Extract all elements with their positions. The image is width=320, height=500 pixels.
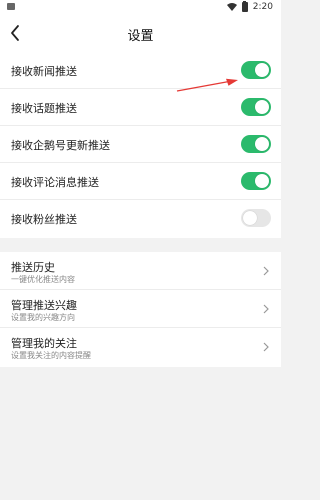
setting-label: 接收企鹅号更新推送 (11, 139, 110, 152)
header: 设置 (0, 14, 281, 52)
page-title: 设置 (127, 29, 154, 44)
link-subtitle: 设置我关注的内容提醒 (11, 351, 91, 360)
toggle-knob (255, 174, 269, 188)
news-push-toggle[interactable] (241, 61, 271, 79)
manage-follows-item[interactable]: 管理我的关注 设置我关注的内容提醒 (0, 328, 281, 366)
toggle-knob (255, 137, 269, 151)
chevron-right-icon (263, 266, 269, 276)
link-subtitle: 设置我的兴趣方向 (11, 313, 75, 322)
link-subtitle: 一键优化推送内容 (11, 275, 75, 284)
chevron-right-icon (263, 342, 269, 352)
setting-label: 接收新闻推送 (11, 65, 77, 78)
setting-label: 接收话题推送 (11, 102, 77, 115)
status-bar: 2:20 (0, 0, 281, 14)
setting-row-fans: 接收粉丝推送 (0, 200, 281, 237)
link-title: 管理推送兴趣 (11, 299, 77, 312)
link-title: 管理我的关注 (11, 337, 77, 350)
chevron-right-icon (263, 304, 269, 314)
penguin-update-push-toggle[interactable] (241, 135, 271, 153)
link-title: 推送历史 (11, 261, 55, 274)
notification-icon (7, 3, 15, 10)
toggle-knob (243, 211, 257, 225)
setting-row-comments: 接收评论消息推送 (0, 163, 281, 200)
toggle-knob (255, 100, 269, 114)
setting-label: 接收粉丝推送 (11, 213, 77, 226)
push-management-list: 推送历史 一键优化推送内容 管理推送兴趣 设置我的兴趣方向 管理我的关注 设置我… (0, 252, 281, 367)
battery-icon (241, 0, 248, 12)
status-time: 2:20 (252, 2, 273, 12)
wifi-icon (226, 3, 237, 11)
setting-row-topics: 接收话题推送 (0, 89, 281, 126)
toggle-knob (255, 63, 269, 77)
push-history-item[interactable]: 推送历史 一键优化推送内容 (0, 252, 281, 290)
red-arrow-annotation-icon (176, 78, 238, 92)
setting-label: 接收评论消息推送 (11, 176, 99, 189)
comment-push-toggle[interactable] (241, 172, 271, 190)
status-indicators: 2:20 (226, 0, 273, 13)
setting-row-penguin: 接收企鹅号更新推送 (0, 126, 281, 163)
fan-push-toggle[interactable] (241, 209, 271, 227)
topic-push-toggle[interactable] (241, 98, 271, 116)
manage-interests-item[interactable]: 管理推送兴趣 设置我的兴趣方向 (0, 290, 281, 328)
